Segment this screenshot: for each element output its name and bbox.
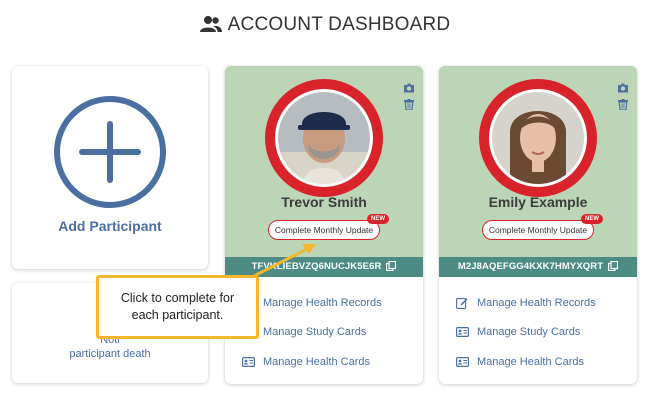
participant-code: M2J8AQEFGG4KXK7HMYXQRT xyxy=(457,261,604,272)
avatar-progress-ring xyxy=(265,79,383,197)
copy-icon[interactable] xyxy=(608,259,619,277)
copy-icon[interactable] xyxy=(386,259,397,277)
trash-icon[interactable] xyxy=(404,97,414,115)
menu-item-label: Manage Health Records xyxy=(263,296,382,309)
participant-code: TFVKLIEBVZQ6NUCJK5E6R xyxy=(251,261,382,272)
camera-icon[interactable] xyxy=(617,80,629,98)
participant-card: Emily Example Complete Monthly Update NE… xyxy=(439,66,637,384)
participant-name: Emily Example xyxy=(488,194,588,210)
manage-health-cards-link[interactable]: Manage Health Cards xyxy=(439,347,637,377)
menu-item-label: Manage Study Cards xyxy=(477,326,581,339)
menu-item-label: Manage Health Cards xyxy=(263,355,371,368)
manage-health-cards-link[interactable]: Manage Health Cards xyxy=(225,347,423,377)
tutorial-callout: Click to complete for each participant. xyxy=(96,275,259,339)
update-button-label: Complete Monthly Update xyxy=(274,225,374,235)
participant-name: Trevor Smith xyxy=(281,194,367,210)
people-icon xyxy=(199,15,222,39)
id-card-icon xyxy=(241,355,255,369)
menu-item-label: Manage Health Records xyxy=(477,296,596,309)
new-badge: NEW xyxy=(367,214,389,224)
trash-icon[interactable] xyxy=(618,97,628,115)
complete-monthly-update-button[interactable]: Complete Monthly Update NEW xyxy=(482,214,603,240)
id-card-icon xyxy=(455,355,469,369)
plus-circle-icon[interactable] xyxy=(52,94,168,215)
avatar[interactable] xyxy=(492,92,584,184)
menu-item-label: Manage Study Cards xyxy=(263,326,367,339)
menu-item-label: Manage Health Cards xyxy=(477,355,585,368)
avatar[interactable] xyxy=(278,92,370,184)
participant-menu: Manage Health Records Manage Study Cards… xyxy=(439,288,637,377)
participant-card-header: Trevor Smith Complete Monthly Update NEW xyxy=(225,66,423,257)
manage-study-cards-link[interactable]: Manage Study Cards xyxy=(439,318,637,348)
new-badge: NEW xyxy=(581,214,603,224)
add-participant-label[interactable]: Add Participant xyxy=(12,218,208,234)
callout-line-2: each participant. xyxy=(131,308,224,322)
avatar-progress-ring xyxy=(479,79,597,197)
participant-card-header: Emily Example Complete Monthly Update NE… xyxy=(439,66,637,257)
page-title: ACCOUNT DASHBOARD xyxy=(227,14,451,35)
callout-line-1: Click to complete for xyxy=(120,291,235,305)
notify-line-2: participant death xyxy=(69,348,151,360)
update-button-label: Complete Monthly Update xyxy=(488,225,588,235)
complete-monthly-update-button[interactable]: Complete Monthly Update NEW xyxy=(268,214,389,240)
participant-code-bar: M2J8AQEFGG4KXK7HMYXQRT xyxy=(439,257,637,277)
page-header: ACCOUNT DASHBOARD xyxy=(0,14,650,39)
camera-icon[interactable] xyxy=(403,80,415,98)
manage-health-records-link[interactable]: Manage Health Records xyxy=(439,288,637,318)
id-card-icon xyxy=(455,325,469,339)
participant-code-bar: TFVKLIEBVZQ6NUCJK5E6R xyxy=(225,257,423,277)
edit-icon xyxy=(455,296,469,310)
add-participant-card[interactable]: Add Participant xyxy=(12,66,208,269)
